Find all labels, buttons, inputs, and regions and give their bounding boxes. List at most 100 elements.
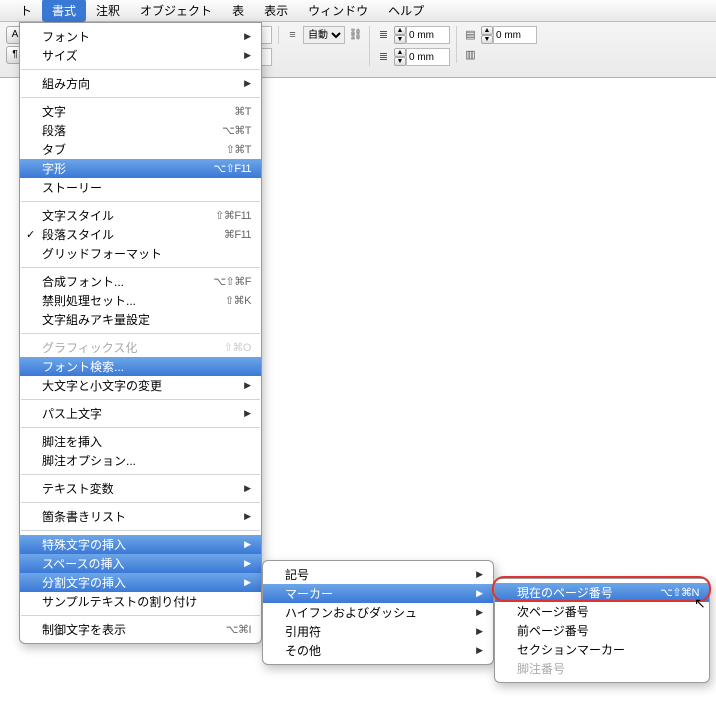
special-char-menu-item[interactable]: ハイフンおよびダッシュ▶: [263, 603, 493, 622]
format-menu-item[interactable]: 字形⌥⇧F11: [20, 159, 261, 178]
menu-item-label: 脚注オプション...: [42, 452, 251, 469]
shortcut-label: ⌥⇧F11: [213, 162, 251, 175]
menu-item-label: 前ページ番号: [517, 622, 699, 639]
format-menu-item[interactable]: グリッドフォーマット: [20, 244, 261, 263]
menubar-item[interactable]: 表: [222, 0, 254, 22]
format-menu-item[interactable]: 脚注を挿入: [20, 432, 261, 451]
menu-item-label: フォント検索...: [42, 358, 251, 375]
menu-separator: [21, 502, 260, 503]
spin-up[interactable]: ▲: [394, 26, 406, 35]
format-menu-item[interactable]: 分割文字の挿入▶: [20, 573, 261, 592]
shortcut-label: ⌘T: [234, 105, 251, 118]
format-menu-item[interactable]: パス上文字▶: [20, 404, 261, 423]
submenu-arrow-icon: ▶: [473, 607, 483, 618]
menu-item-label: 字形: [42, 160, 213, 177]
format-menu-item[interactable]: 禁則処理セット...⇧⌘K: [20, 291, 261, 310]
menu-separator: [21, 530, 260, 531]
first-baseline-input[interactable]: [406, 26, 450, 44]
format-menu-item[interactable]: ✓段落スタイル⌘F11: [20, 225, 261, 244]
format-menu-item[interactable]: フォント検索...: [20, 357, 261, 376]
menu-item-label: 合成フォント...: [42, 273, 213, 290]
format-menu-item[interactable]: 段落⌥⌘T: [20, 121, 261, 140]
menu-item-label: 現在のページ番号: [517, 584, 660, 601]
shortcut-label: ⌥⌘I: [226, 623, 251, 636]
insert-special-char-submenu[interactable]: 記号▶マーカー▶ハイフンおよびダッシュ▶引用符▶その他▶: [262, 560, 494, 665]
menu-item-label: セクションマーカー: [517, 641, 699, 658]
format-menu-item[interactable]: 箇条書きリスト▶: [20, 507, 261, 526]
shortcut-label: ⌥⌘T: [222, 124, 251, 137]
format-menu-item[interactable]: 特殊文字の挿入▶: [20, 535, 261, 554]
format-menu-item[interactable]: サンプルテキストの割り付け: [20, 592, 261, 611]
special-char-menu-item[interactable]: 記号▶: [263, 565, 493, 584]
menu-item-label: 組み方向: [42, 75, 241, 92]
last-baseline-input[interactable]: [406, 48, 450, 66]
submenu-arrow-icon: ▶: [241, 577, 251, 588]
format-menu-item[interactable]: 脚注オプション...: [20, 451, 261, 470]
marker-menu-item[interactable]: 前ページ番号: [495, 621, 709, 640]
format-menu-item[interactable]: 制御文字を表示⌥⌘I: [20, 620, 261, 639]
menubar-item[interactable]: オブジェクト: [130, 0, 222, 22]
spin-up[interactable]: ▲: [481, 26, 493, 35]
spin-down[interactable]: ▼: [394, 35, 406, 44]
submenu-arrow-icon: ▶: [241, 511, 251, 522]
menubar-item[interactable]: ウィンドウ: [298, 0, 378, 22]
special-char-menu-item[interactable]: その他▶: [263, 641, 493, 660]
menu-separator: [21, 333, 260, 334]
format-menu-item[interactable]: ストーリー: [20, 178, 261, 197]
menu-separator: [21, 427, 260, 428]
format-menu-item[interactable]: 文字組みアキ量設定: [20, 310, 261, 329]
format-menu-item[interactable]: フォント▶: [20, 27, 261, 46]
link-icon[interactable]: ⛓: [348, 28, 363, 43]
menu-separator: [21, 399, 260, 400]
menu-separator: [21, 69, 260, 70]
menu-item-label: 脚注を挿入: [42, 433, 251, 450]
baseline-grid-icon-2: ▥: [463, 48, 478, 63]
format-menu-item[interactable]: 文字スタイル⇧⌘F11: [20, 206, 261, 225]
marker-menu-item[interactable]: 現在のページ番号⌥⇧⌘N: [495, 583, 709, 602]
marker-menu-item[interactable]: セクションマーカー: [495, 640, 709, 659]
submenu-arrow-icon: ▶: [241, 78, 251, 89]
format-menu-item[interactable]: 合成フォント...⌥⇧⌘F: [20, 272, 261, 291]
format-menu-item[interactable]: 大文字と小文字の変更▶: [20, 376, 261, 395]
last-baseline-icon: ≣: [376, 50, 391, 65]
special-char-menu-item[interactable]: 引用符▶: [263, 622, 493, 641]
format-menu-item[interactable]: サイズ▶: [20, 46, 261, 65]
format-menu-item[interactable]: 文字⌘T: [20, 102, 261, 121]
format-menu[interactable]: フォント▶サイズ▶組み方向▶文字⌘T段落⌥⌘Tタブ⇧⌘T字形⌥⇧F11ストーリー…: [19, 22, 262, 644]
menu-item-label: 大文字と小文字の変更: [42, 377, 241, 394]
menu-item-label: タブ: [42, 141, 226, 158]
check-icon: ✓: [26, 228, 35, 241]
format-menu-item[interactable]: スペースの挿入▶: [20, 554, 261, 573]
columns-icon: ≡: [285, 28, 300, 43]
menubar-item[interactable]: 表示: [254, 0, 298, 22]
menu-item-label: 禁則処理セット...: [42, 292, 225, 309]
menu-separator: [21, 201, 260, 202]
menu-item-label: グラフィックス化: [42, 339, 224, 356]
menu-item-label: テキスト変数: [42, 480, 241, 497]
special-char-menu-item[interactable]: マーカー▶: [263, 584, 493, 603]
marker-menu-item[interactable]: 次ページ番号: [495, 602, 709, 621]
auto-select[interactable]: 自動: [303, 26, 345, 44]
shortcut-label: ⌘F11: [224, 228, 251, 241]
menubar-item[interactable]: ト: [10, 0, 42, 22]
menu-item-label: 特殊文字の挿入: [42, 536, 241, 553]
menubar-item[interactable]: 書式: [42, 0, 86, 22]
menu-item-label: グリッドフォーマット: [42, 245, 251, 262]
spin-up[interactable]: ▲: [394, 48, 406, 57]
shortcut-label: ⇧⌘K: [225, 294, 251, 307]
format-menu-item[interactable]: テキスト変数▶: [20, 479, 261, 498]
baseline-grid-icon: ▤: [463, 28, 478, 43]
menu-item-label: ハイフンおよびダッシュ: [285, 604, 473, 621]
menu-item-label: 文字: [42, 103, 234, 120]
spin-down[interactable]: ▼: [481, 35, 493, 44]
menu-item-label: 箇条書きリスト: [42, 508, 241, 525]
format-menu-item[interactable]: タブ⇧⌘T: [20, 140, 261, 159]
spin-down[interactable]: ▼: [394, 57, 406, 66]
menu-item-label: ストーリー: [42, 179, 251, 196]
format-menu-item[interactable]: 組み方向▶: [20, 74, 261, 93]
menu-separator: [21, 474, 260, 475]
menubar-item[interactable]: ヘルプ: [378, 0, 434, 22]
menubar-item[interactable]: 注釈: [86, 0, 130, 22]
baseline-grid-input[interactable]: [493, 26, 537, 44]
marker-submenu[interactable]: 現在のページ番号⌥⇧⌘N次ページ番号前ページ番号セクションマーカー脚注番号: [494, 578, 710, 683]
